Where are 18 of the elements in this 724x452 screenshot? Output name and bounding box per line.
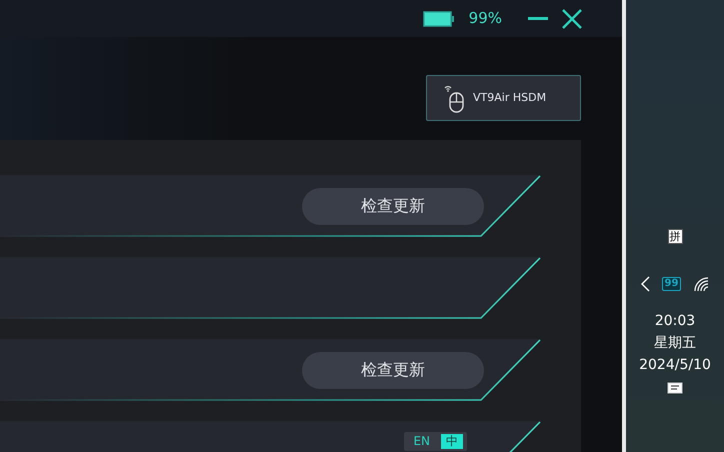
check-update-button[interactable]: 检查更新 [302,188,484,224]
notification-icon[interactable] [667,382,683,396]
clock-date[interactable]: 2024/5/10 [639,354,711,376]
battery-icon [422,10,455,26]
battery-percentage: 99% [468,8,502,30]
input-method-indicator[interactable]: 拼 [668,229,682,244]
clock-weekday[interactable]: 星期五 [639,332,711,354]
language-option[interactable]: 中 [441,434,463,449]
minimize-icon[interactable] [528,16,548,20]
clock-time[interactable]: 20:03 [639,310,711,332]
language-option[interactable]: EN [408,434,435,449]
battery-indicator[interactable]: 99 [662,277,682,291]
chevron-left-icon[interactable] [640,276,650,292]
close-icon[interactable] [562,8,582,28]
check-update-button[interactable]: 检查更新 [302,352,484,388]
wifi-icon[interactable] [693,276,710,292]
device-button[interactable]: VT9Air HSDM [426,75,581,121]
wireless-mouse-icon [443,83,465,113]
